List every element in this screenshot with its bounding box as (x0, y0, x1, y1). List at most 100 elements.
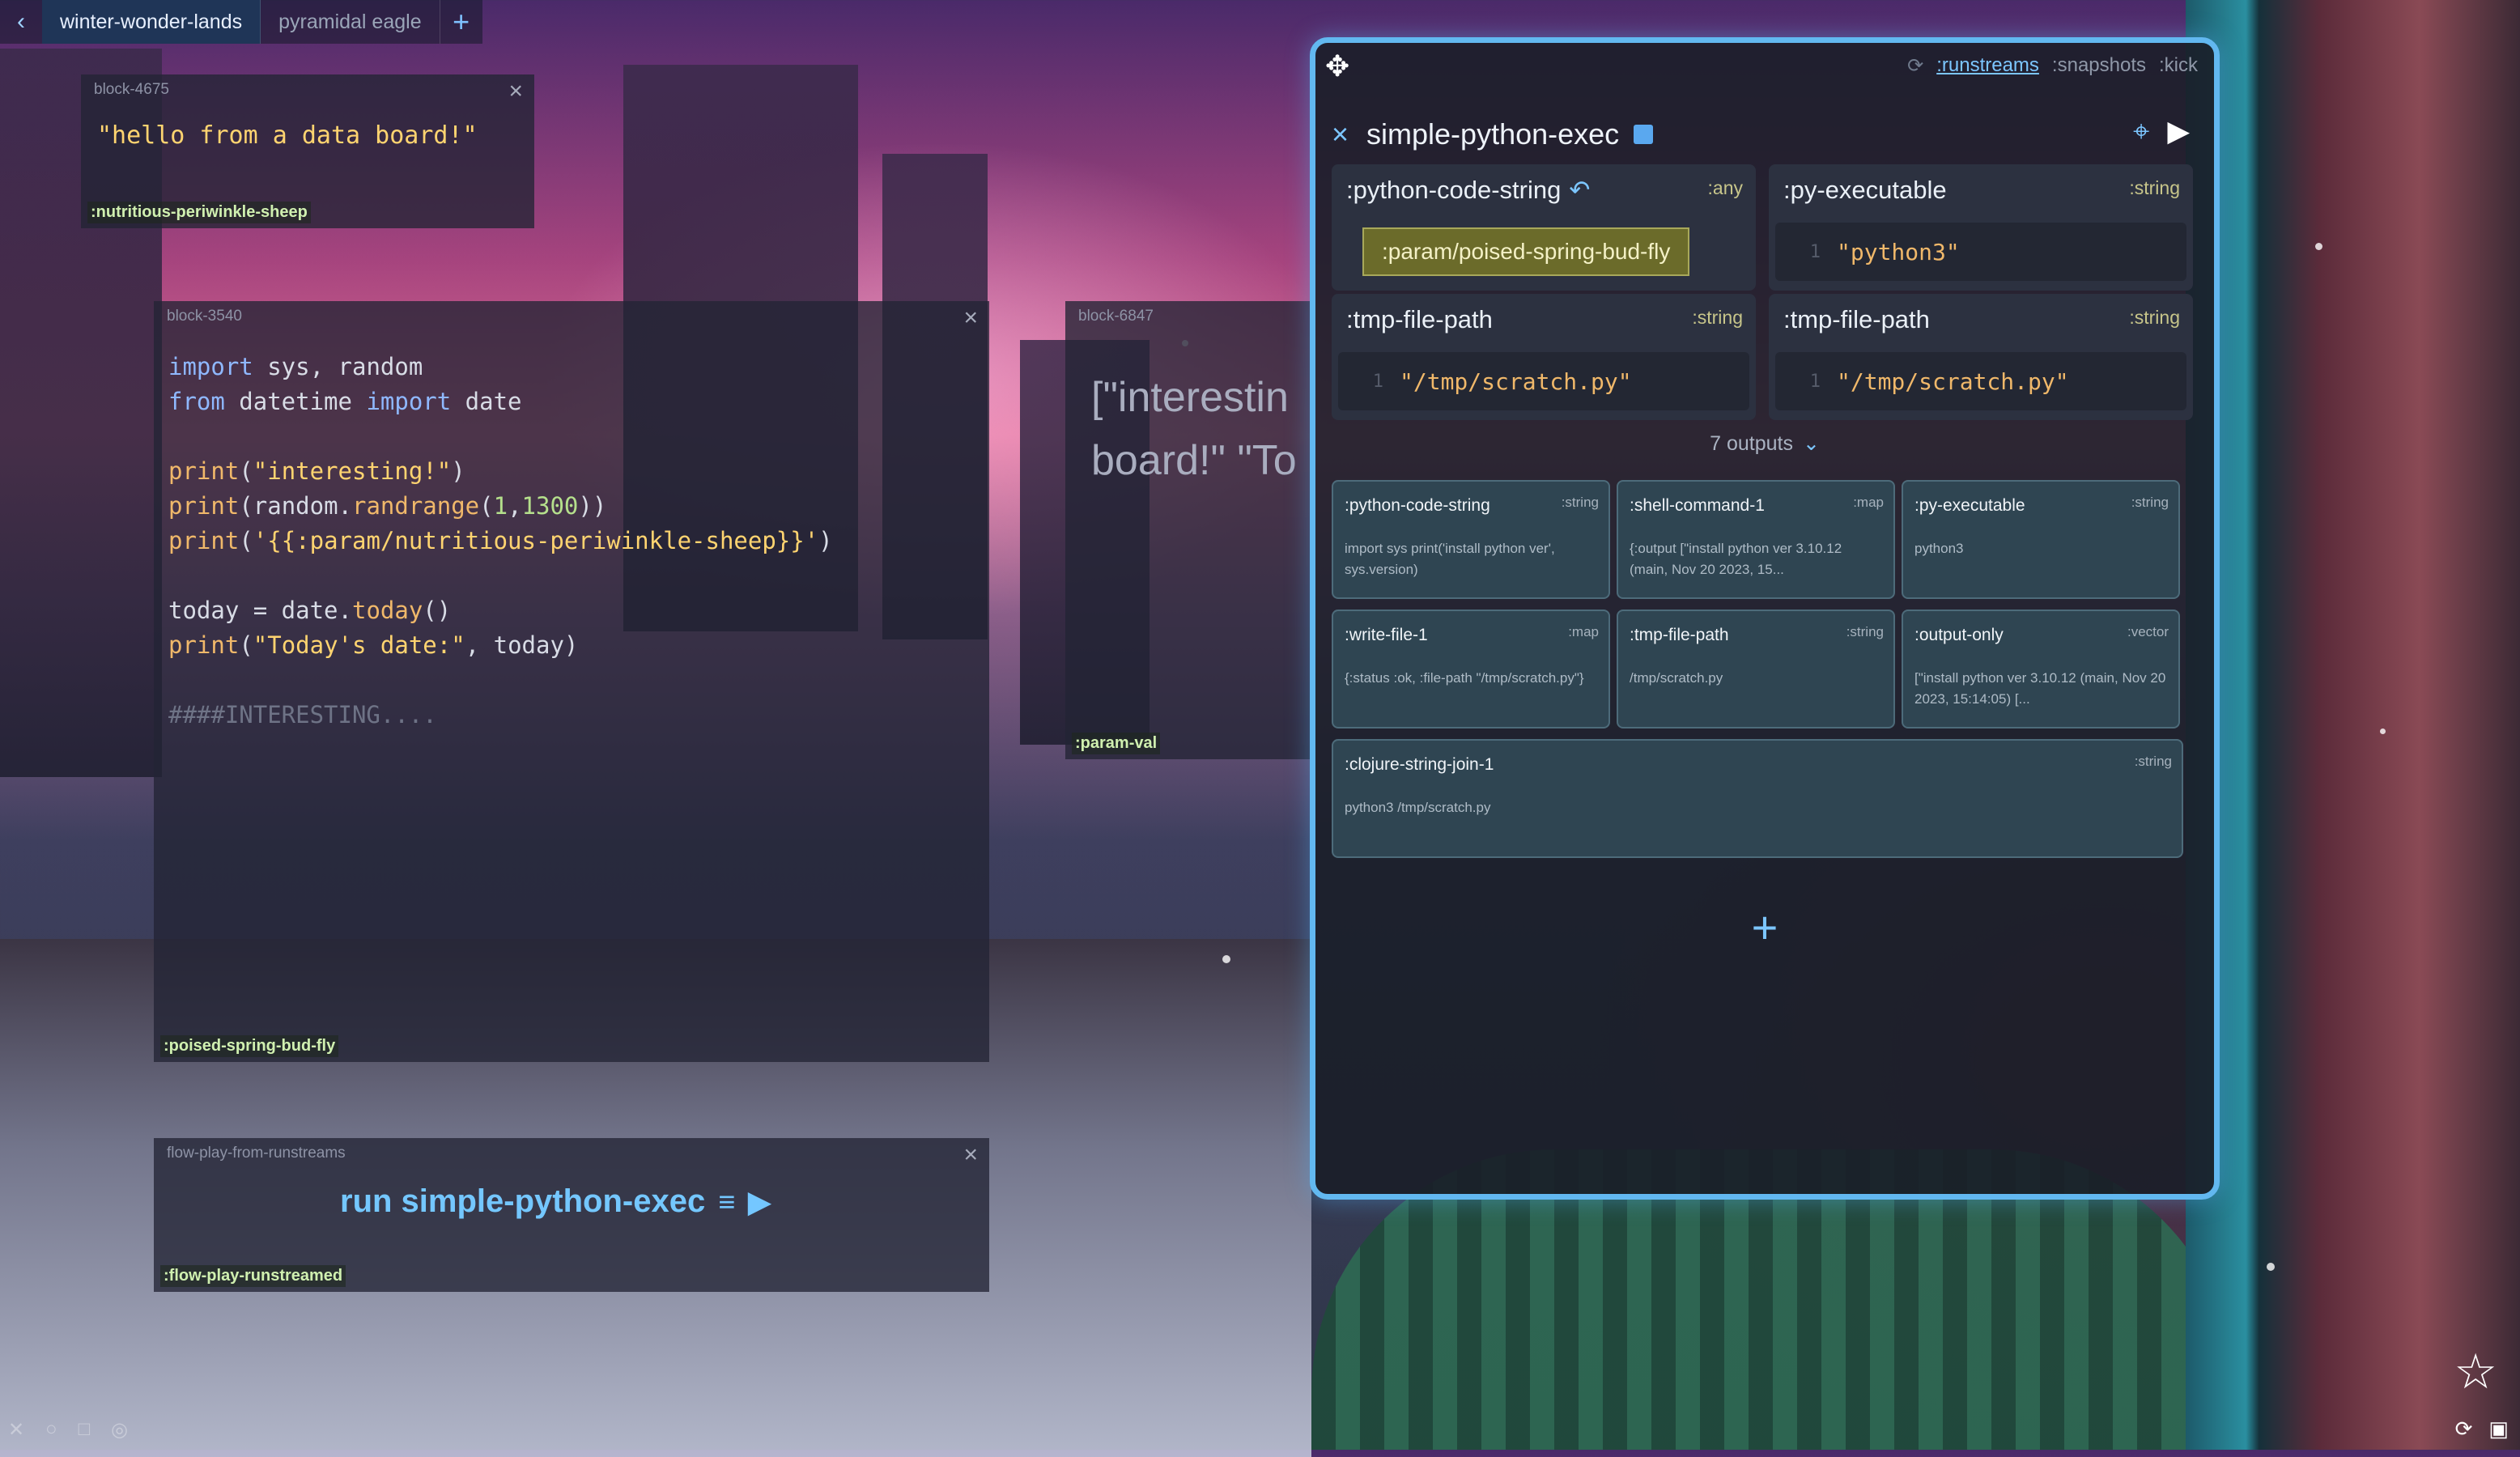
chevron-down-icon[interactable]: ⌄ (1803, 432, 1820, 455)
block-id: flow-play-from-runstreams (167, 1145, 346, 1162)
output-value: python3 /tmp/scratch.py (1345, 800, 1491, 815)
block-content: "hello from a data board!" (97, 121, 478, 150)
background-illustration (2186, 0, 2520, 1450)
output-type: :string (2134, 754, 2172, 769)
line-number: 1 (1809, 241, 1821, 262)
block-tag[interactable]: :poised-spring-bud-fly (160, 1035, 339, 1057)
output-card[interactable]: :write-file-1 :map {:status :ok, :file-p… (1332, 610, 1610, 728)
output-name: :py-executable (1914, 496, 2025, 515)
input-value: "/tmp/scratch.py" (1837, 367, 2069, 395)
snowflake (2380, 728, 2386, 734)
flow-title: simple-python-exec (1366, 117, 1620, 151)
output-card[interactable]: :tmp-file-path :string /tmp/scratch.py (1617, 610, 1895, 728)
output-name: :shell-command-1 (1630, 496, 1765, 515)
input-card[interactable]: :tmp-file-path :string 1 "/tmp/scratch.py… (1769, 294, 2193, 420)
chevron-left-icon[interactable]: ‹ (0, 0, 42, 44)
input-value-editor[interactable]: 1 "/tmp/scratch.py" (1775, 352, 2186, 410)
outputs-toggle[interactable]: 7 outputs ⌄ (1315, 431, 2214, 456)
input-value-editor[interactable]: 1 "/tmp/scratch.py" (1338, 352, 1749, 410)
save-icon[interactable]: ▣ (2488, 1417, 2509, 1442)
output-card[interactable]: :clojure-string-join-1 :string python3 /… (1332, 739, 2183, 858)
code-line: print(random.randrange(1,1300)) (168, 492, 607, 520)
tool-icon[interactable]: ○ (45, 1418, 57, 1442)
output-card[interactable]: :shell-command-1 :map {:output ["install… (1617, 480, 1895, 599)
input-card[interactable]: :py-executable :string 1 "python3" (1769, 164, 2193, 291)
input-type: :any (1707, 177, 1743, 198)
flow-play-block[interactable]: flow-play-from-runstreams × run simple-p… (154, 1138, 989, 1292)
code-line: print("interesting!") (168, 457, 465, 485)
block-tag[interactable]: :flow-play-runstreamed (160, 1265, 346, 1287)
param-block[interactable]: block-6847 ["interestin board!" "To :par… (1065, 301, 1310, 759)
input-name: :tmp-file-path (1783, 305, 1930, 333)
input-type: :string (1692, 307, 1743, 328)
chart-icon[interactable] (1634, 125, 1654, 144)
link-snapshots[interactable]: :snapshots (2052, 54, 2146, 78)
close-icon[interactable]: × (508, 78, 523, 105)
input-type: :string (2129, 177, 2180, 198)
output-name: :output-only (1914, 626, 2004, 644)
block-id: block-4675 (94, 81, 169, 98)
param-chip[interactable]: :param/poised-spring-bud-fly (1362, 227, 1690, 276)
line-number: 1 (1372, 371, 1383, 392)
sliders-icon[interactable]: ≡ (718, 1185, 735, 1219)
refresh-icon[interactable]: ⟳ (2455, 1417, 2473, 1442)
output-type: :vector (2127, 624, 2169, 639)
output-card[interactable]: :python-code-string :string import sys p… (1332, 480, 1610, 599)
play-icon[interactable]: ▶ (2167, 114, 2190, 149)
run-flow-label: run simple-python-exec (340, 1183, 706, 1219)
outputs-count: 7 outputs (1710, 432, 1793, 455)
crop-icon[interactable]: ⌖ (2133, 114, 2149, 149)
snowflake (1222, 955, 1230, 963)
tab-winter-wonder-lands[interactable]: winter-wonder-lands (42, 0, 261, 44)
output-name: :python-code-string (1345, 496, 1490, 515)
move-icon[interactable]: ✥ (1325, 49, 1349, 83)
input-value: "python3" (1837, 238, 1960, 265)
close-icon[interactable]: × (1332, 117, 1349, 151)
output-card[interactable]: :output-only :vector ["install python ve… (1902, 610, 2180, 728)
block-id: block-3540 (167, 308, 242, 325)
code-editor[interactable]: import sys, random from datetime import … (168, 350, 833, 733)
output-type: :map (1568, 624, 1599, 639)
run-flow-button[interactable]: run simple-python-exec ≡ ▶ (340, 1183, 771, 1220)
code-line: ####INTERESTING.... (168, 701, 437, 728)
data-block-hello[interactable]: block-4675 × "hello from a data board!" … (81, 74, 534, 228)
tab-bar: ‹ winter-wonder-lands pyramidal eagle + (0, 0, 482, 44)
flow-editor-panel: ✥ ⟳ :runstreams :snapshots :kick × simpl… (1310, 37, 2220, 1200)
refresh-icon[interactable]: ⟳ (1907, 54, 1923, 78)
output-value: {:status :ok, :file-path "/tmp/scratch.p… (1345, 670, 1584, 686)
faint-toolbar: ✕ ○ □ ◎ (8, 1418, 128, 1442)
tab-pyramidal-eagle[interactable]: pyramidal eagle (261, 0, 440, 44)
output-type: :map (1853, 495, 1884, 510)
input-type: :string (2129, 307, 2180, 328)
link-kick[interactable]: :kick (2159, 54, 2198, 78)
code-block[interactable]: block-3540 × import sys, random from dat… (154, 301, 989, 1062)
play-icon[interactable]: ▶ (748, 1185, 771, 1219)
tool-icon[interactable]: ✕ (8, 1418, 24, 1442)
bottom-toolbar: ⟳ ▣ (2455, 1417, 2509, 1442)
block-tag[interactable]: :param-val (1072, 733, 1161, 754)
panel-actions: ⌖ ▶ (2133, 114, 2190, 149)
input-card[interactable]: :python-code-string ↶ :any :param/poised-… (1332, 164, 1756, 291)
input-name: :tmp-file-path (1346, 305, 1493, 333)
tool-icon[interactable]: ◎ (111, 1418, 128, 1442)
input-value-editor[interactable]: 1 "python3" (1775, 223, 2186, 281)
link-runstreams[interactable]: :runstreams (1936, 54, 2039, 78)
panel-links: ⟳ :runstreams :snapshots :kick (1907, 54, 2198, 78)
close-icon[interactable]: × (963, 304, 978, 332)
output-name: :clojure-string-join-1 (1345, 755, 1494, 774)
code-line: from datetime import date (168, 388, 522, 415)
tool-icon[interactable]: □ (79, 1418, 91, 1442)
add-step-plus-icon[interactable]: + (1315, 901, 2214, 954)
output-type: :string (1846, 624, 1884, 639)
input-card[interactable]: :tmp-file-path :string 1 "/tmp/scratch.py… (1332, 294, 1756, 420)
undo-icon[interactable]: ↶ (1569, 176, 1590, 204)
block-content: ["interestin board!" "To (1091, 374, 1297, 484)
input-value: "/tmp/scratch.py" (1400, 367, 1632, 395)
block-tag[interactable]: :nutritious-periwinkle-sheep (87, 202, 311, 223)
close-icon[interactable]: × (963, 1141, 978, 1169)
plus-icon[interactable]: + (440, 0, 482, 44)
star-icon[interactable]: ☆ (2454, 1344, 2497, 1400)
snowflake (2315, 243, 2322, 250)
output-type: :string (2131, 495, 2169, 510)
output-card[interactable]: :py-executable :string python3 (1902, 480, 2180, 599)
